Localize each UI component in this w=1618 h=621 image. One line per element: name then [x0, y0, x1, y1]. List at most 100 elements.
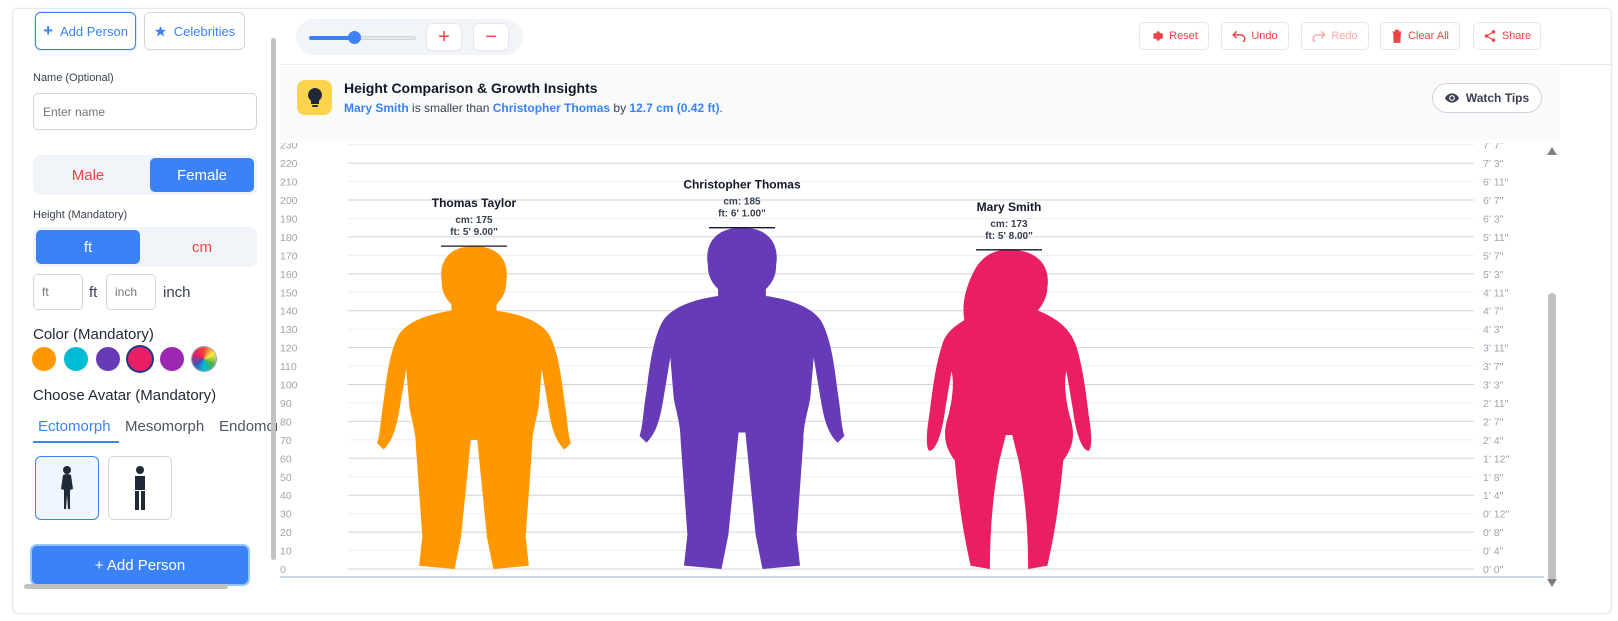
person-name-label: Mary Smith	[977, 200, 1042, 214]
avatar-option-male[interactable]	[108, 456, 172, 520]
insight-text: Mary Smith is smaller than Christopher T…	[344, 101, 723, 115]
person-cm-label: cm: 185	[723, 197, 761, 208]
lightbulb-icon	[297, 80, 332, 115]
cm-tick-label: 150	[280, 287, 298, 299]
female-silhouette-icon	[61, 466, 73, 509]
cm-tick-label: 50	[280, 472, 292, 484]
ft-tick-label: 1' 12"	[1483, 453, 1509, 465]
cm-tick-label: 20	[280, 527, 292, 539]
chart-scrollbar-thumb[interactable]	[1548, 293, 1556, 581]
cm-tick-label: 230	[280, 143, 298, 152]
ft-tick-label: 3' 3"	[1483, 380, 1504, 392]
cm-tick-label: 180	[280, 232, 298, 244]
cm-tick-label: 190	[280, 213, 298, 225]
chart-baseline	[280, 576, 1544, 578]
reset-label: Reset	[1169, 30, 1198, 42]
color-swatch-pink[interactable]	[128, 347, 152, 371]
color-label: Color (Mandatory)	[33, 326, 154, 343]
height-chart: 0 0' 0" 10 0' 4" 20 0' 8" 30 0' 12" 40 1' 4" 50 1' …	[280, 143, 1544, 578]
custom-color-picker-icon[interactable]	[192, 347, 216, 371]
male-option[interactable]: Male	[36, 158, 140, 192]
ft-tick-label: 3' 11"	[1483, 343, 1509, 355]
ft-tick-label: 0' 4"	[1483, 546, 1504, 558]
clear-all-button[interactable]: Clear All	[1380, 22, 1460, 50]
celebrities-tab[interactable]: Celebrities	[144, 12, 245, 50]
cm-tick-label: 30	[280, 509, 292, 521]
add-person-tab[interactable]: + Add Person	[35, 12, 136, 50]
avatar-tab-endomorph[interactable]: Endomorph	[219, 418, 277, 435]
ft-tick-label: 2' 11"	[1483, 398, 1509, 410]
insight-by-text: by	[610, 101, 630, 115]
add-person-tab-label: Add Person	[60, 23, 128, 39]
person-figure-christopher-thomas[interactable]	[639, 227, 845, 570]
redo-icon	[1312, 30, 1327, 42]
avatar-option-female[interactable]	[35, 456, 99, 520]
person-cm-label: cm: 175	[455, 215, 493, 226]
watch-tips-label: Watch Tips	[1465, 91, 1530, 105]
chart-scrollbar[interactable]	[1545, 143, 1559, 593]
undo-icon	[1232, 30, 1246, 42]
ft-tick-label: 1' 4"	[1483, 490, 1504, 502]
inch-input[interactable]	[106, 274, 156, 310]
gear-icon	[1153, 31, 1164, 41]
avatar-tab-underline	[33, 441, 119, 443]
reset-button[interactable]: Reset	[1139, 22, 1209, 50]
male-silhouette-icon	[135, 466, 145, 510]
name-input[interactable]	[33, 93, 257, 130]
undo-button[interactable]: Undo	[1221, 22, 1289, 50]
insight-banner: Height Comparison & Growth Insights Mary…	[280, 66, 1560, 140]
color-swatch-violet[interactable]	[160, 347, 184, 371]
height-label: Height (Mandatory)	[33, 209, 128, 221]
ft-tick-label: 2' 4"	[1483, 435, 1504, 447]
cm-tick-label: 170	[280, 250, 298, 262]
ft-tick-label: 6' 11"	[1483, 177, 1509, 189]
ft-option[interactable]: ft	[36, 230, 140, 264]
insight-title: Height Comparison & Growth Insights	[344, 80, 598, 96]
person-ft-label: ft: 5' 9.00"	[450, 227, 498, 238]
color-swatch-cyan[interactable]	[64, 347, 88, 371]
left-panel-scrollbar[interactable]	[270, 10, 277, 586]
ft-tick-label: 5' 7"	[1483, 250, 1504, 262]
height-chart-svg: 0 0' 0" 10 0' 4" 20 0' 8" 30 0' 12" 40 1' 4" 50 1' …	[280, 143, 1509, 576]
cm-tick-label: 110	[280, 361, 297, 373]
insight-end-text: .	[719, 101, 723, 115]
color-swatch-orange[interactable]	[32, 347, 56, 371]
add-person-button[interactable]: + Add Person	[32, 546, 248, 584]
zoom-control: + −	[296, 19, 523, 55]
cm-tick-label: 10	[280, 546, 292, 558]
watch-tips-button[interactable]: Watch Tips	[1432, 83, 1542, 113]
female-option[interactable]: Female	[150, 158, 254, 192]
gender-toggle: Male Female	[33, 155, 257, 195]
zoom-out-button[interactable]: −	[473, 23, 509, 51]
ft-tick-label: 0' 8"	[1483, 527, 1504, 539]
color-swatch-purple[interactable]	[96, 347, 120, 371]
undo-label: Undo	[1251, 30, 1278, 42]
plus-icon: +	[43, 21, 53, 40]
scroll-up-arrow-icon[interactable]	[1547, 147, 1557, 155]
person-silhouette	[639, 227, 845, 570]
left-panel-horizontal-scrollbar[interactable]	[12, 583, 268, 591]
ft-tick-label: 4' 7"	[1483, 306, 1504, 318]
person-silhouette	[377, 246, 571, 569]
cm-tick-label: 130	[280, 324, 298, 336]
toolbar: + − Reset Undo Redo Clear All Share	[280, 9, 1611, 65]
ft-tick-label: 0' 12"	[1483, 509, 1509, 521]
person-figure-mary-smith[interactable]	[926, 249, 1092, 569]
cm-option[interactable]: cm	[150, 230, 254, 264]
eye-icon	[1444, 93, 1459, 103]
cm-tick-label: 210	[280, 177, 298, 189]
cm-tick-label: 80	[280, 416, 292, 428]
zoom-in-button[interactable]: +	[426, 23, 462, 51]
zoom-slider-handle[interactable]	[348, 31, 361, 44]
feet-input[interactable]	[33, 274, 83, 310]
feet-unit-label: ft	[89, 284, 98, 301]
cm-tick-label: 160	[280, 269, 298, 281]
celebrities-tab-label: Celebrities	[173, 23, 236, 39]
avatar-tab-mesomorph[interactable]: Mesomorph	[125, 418, 204, 435]
avatar-tab-ectomorph[interactable]: Ectomorph	[38, 418, 111, 435]
redo-button[interactable]: Redo	[1301, 22, 1369, 50]
ft-tick-label: 4' 3"	[1483, 324, 1504, 336]
share-button[interactable]: Share	[1473, 22, 1541, 50]
scroll-down-arrow-icon[interactable]	[1547, 579, 1557, 587]
person-figure-thomas-taylor[interactable]	[377, 246, 571, 569]
